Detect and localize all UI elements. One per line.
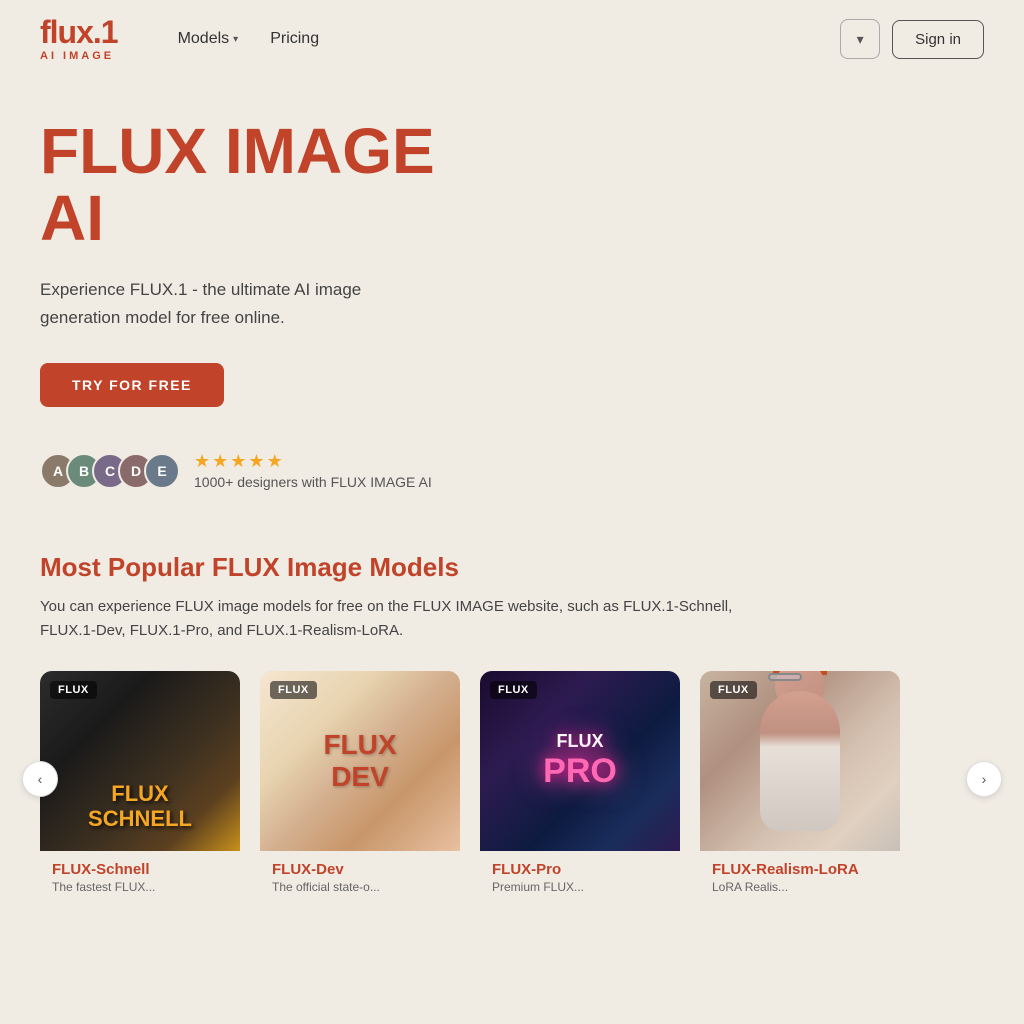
- model-card-realism[interactable]: FLUX FLUX-Realism-LoRA: [700, 671, 900, 904]
- nav-pricing[interactable]: Pricing: [270, 30, 319, 48]
- card-image-dev: FLUX FLUXDEV: [260, 671, 460, 851]
- social-proof: A B C D E ★ ★ ★ ★ ★ 1000+ designers with…: [40, 451, 460, 492]
- try-free-button[interactable]: TRY FOR FREE: [40, 363, 224, 407]
- glasses-icon: [768, 673, 802, 681]
- realism-person-illustration: [700, 671, 900, 851]
- card-tagline: The official state-o...: [272, 880, 448, 894]
- card-info-dev: FLUX-Dev The official state-o...: [260, 851, 460, 904]
- card-image-pro: FLUX FLUX PRO: [480, 671, 680, 851]
- chevron-down-icon: ▾: [857, 31, 864, 48]
- card-tagline: Premium FLUX...: [492, 880, 668, 894]
- header-right: ▾ Sign in: [840, 19, 984, 59]
- rating-block: ★ ★ ★ ★ ★ 1000+ designers with FLUX IMAG…: [194, 451, 432, 492]
- model-card-dev[interactable]: FLUX FLUXDEV FLUX-Dev The official state…: [260, 671, 460, 904]
- model-cards-wrapper: ‹ FLUX FLUXSCHNELL FLUX-Schnell The fast…: [40, 671, 984, 904]
- language-button[interactable]: ▾: [840, 19, 880, 59]
- carousel-prev-button[interactable]: ‹: [22, 761, 58, 797]
- star-rating: ★ ★ ★ ★ ★: [194, 451, 432, 472]
- card-name: FLUX-Schnell: [52, 861, 228, 878]
- models-section: Most Popular FLUX Image Models You can e…: [0, 512, 1024, 924]
- chevron-right-icon: ›: [982, 771, 987, 787]
- models-section-description: You can experience FLUX image models for…: [40, 595, 740, 643]
- header-left: flux.1 AI IMAGE Models ▾ Pricing: [40, 16, 319, 62]
- card-name: FLUX-Realism-LoRA: [712, 861, 888, 878]
- avatar: E: [144, 453, 180, 489]
- models-section-title: Most Popular FLUX Image Models: [40, 552, 984, 583]
- hero-content: FLUX IMAGE AI Experience FLUX.1 - the ul…: [0, 78, 500, 512]
- logo[interactable]: flux.1 AI IMAGE: [40, 16, 118, 62]
- logo-sub: AI IMAGE: [40, 50, 114, 62]
- signin-button[interactable]: Sign in: [892, 20, 984, 59]
- card-image-realism: FLUX: [700, 671, 900, 851]
- card-tagline: LoRA Realis...: [712, 880, 888, 894]
- card-info-pro: FLUX-Pro Premium FLUX...: [480, 851, 680, 904]
- model-cards-row: FLUX FLUXSCHNELL FLUX-Schnell The fastes…: [40, 671, 984, 904]
- card-badge: FLUX: [50, 681, 97, 699]
- star-icon: ★: [267, 451, 283, 472]
- model-card-pro[interactable]: FLUX FLUX PRO FLUX-Pro Premium FLUX...: [480, 671, 680, 904]
- star-icon: ★: [248, 451, 264, 472]
- card-image-schnell: FLUX FLUXSCHNELL: [40, 671, 240, 851]
- star-icon: ★: [194, 451, 210, 472]
- card-tagline: The fastest FLUX...: [52, 880, 228, 894]
- carousel-next-button[interactable]: ›: [966, 761, 1002, 797]
- main-nav: Models ▾ Pricing: [178, 30, 320, 48]
- chevron-left-icon: ‹: [38, 771, 43, 787]
- hero-title: FLUX IMAGE AI: [40, 118, 460, 252]
- card-name: FLUX-Pro: [492, 861, 668, 878]
- person-body: [760, 691, 840, 831]
- dev-overlay-text: FLUXDEV: [323, 729, 396, 793]
- card-badge: FLUX: [490, 681, 537, 699]
- star-icon: ★: [212, 451, 228, 472]
- card-name: FLUX-Dev: [272, 861, 448, 878]
- site-header: flux.1 AI IMAGE Models ▾ Pricing ▾ Sign …: [0, 0, 1024, 78]
- hero-description: Experience FLUX.1 - the ultimate AI imag…: [40, 276, 420, 330]
- model-card-schnell[interactable]: FLUX FLUXSCHNELL FLUX-Schnell The fastes…: [40, 671, 240, 904]
- pro-overlay-text: FLUX PRO: [543, 731, 617, 791]
- logo-text: flux.1: [40, 16, 118, 48]
- social-proof-text: 1000+ designers with FLUX IMAGE AI: [194, 474, 432, 490]
- card-info-schnell: FLUX-Schnell The fastest FLUX...: [40, 851, 240, 904]
- card-badge: FLUX: [270, 681, 317, 699]
- schnell-overlay-text: FLUXSCHNELL: [88, 782, 192, 830]
- nav-models[interactable]: Models ▾: [178, 30, 239, 48]
- avatar-group: A B C D E: [40, 453, 180, 489]
- star-icon: ★: [230, 451, 246, 472]
- hero-section: FLUX IMAGE AI Experience FLUX.1 - the ul…: [0, 78, 1024, 512]
- chevron-down-icon: ▾: [233, 34, 238, 45]
- card-info-realism: FLUX-Realism-LoRA LoRA Realis...: [700, 851, 900, 904]
